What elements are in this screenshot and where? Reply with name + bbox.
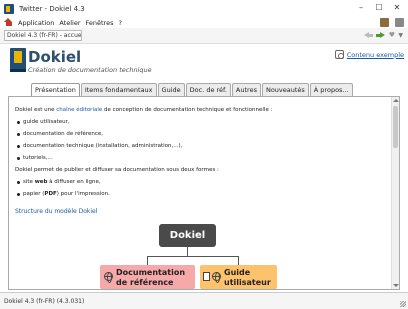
app-icon: [4, 3, 14, 14]
list-item: documentation technique (installation, a…: [16, 143, 183, 149]
status-bar: Dokiel 4.3 (fr-FR) (4.3.031): [0, 292, 408, 309]
tab-a-propos[interactable]: À propos...: [309, 83, 353, 96]
status-text: Dokiel 4.3 (fr-FR) (4.3.031): [4, 298, 85, 305]
globe-icon: [104, 272, 113, 283]
web-prefix: site: [23, 179, 35, 185]
diagram-connector: [238, 256, 239, 265]
intro-paragraph: Dokiel est une chaîne éditoriale de conc…: [15, 107, 272, 113]
list-item: guide utilisateur,: [17, 119, 70, 125]
address-field[interactable]: Dokiel 4.3 (fr-FR) - accueil: [4, 30, 82, 41]
tool-icon[interactable]: [380, 18, 389, 27]
list-item: documentation de référence,: [16, 131, 104, 137]
menu-bar: Application Atelier Fenêtres ?: [0, 17, 408, 28]
list-item: tutoriels,...: [17, 155, 53, 161]
pdf-prefix: papier (: [23, 191, 45, 197]
menu-right-tools: [380, 18, 404, 27]
pdf-suffix: ) pour l'impression.: [56, 191, 110, 197]
scroll-up-icon[interactable]: [393, 99, 399, 102]
diagram-node-guide[interactable]: Guide utilisateur: [200, 265, 277, 289]
publish-paragraph: Dokiel permet de publier et diffuser sa …: [15, 167, 219, 173]
nav-buttons: ♥ ▼: [364, 31, 403, 40]
list-item-pdf: papier (PDF) pour l'impression.: [17, 191, 110, 197]
intro-suffix: de conception de documentation technique…: [102, 107, 273, 113]
scroll-down-icon[interactable]: [393, 284, 399, 287]
scroll-thumb[interactable]: [393, 106, 398, 148]
content-panel: Dokiel est une chaîne éditoriale de conc…: [8, 96, 400, 290]
diagram-connector: [187, 247, 188, 256]
example-icon: [334, 50, 344, 59]
window-controls: – ☐ ✕: [354, 2, 404, 14]
tab-autres[interactable]: Autres: [231, 83, 261, 96]
resize-grip-icon[interactable]: [400, 301, 406, 307]
structure-link[interactable]: Structure du modèle Dokiel: [15, 208, 97, 215]
example-link-label[interactable]: Contenu exemple: [347, 51, 404, 59]
doc-node-line1: Documentation: [116, 268, 186, 277]
close-button[interactable]: ✕: [390, 2, 404, 14]
menu-atelier[interactable]: Atelier: [59, 19, 80, 27]
page-header: Dokiel Création de documentation techniq…: [0, 44, 408, 84]
tab-doc-ref[interactable]: Doc. de réf.: [185, 83, 231, 96]
guide-node-line2: utilisateur: [224, 278, 271, 287]
brand-subtitle: Création de documentation technique: [28, 66, 152, 74]
intro-prefix: Dokiel est une: [15, 107, 57, 113]
title-bar: Twitter - Dokiel 4.3 – ☐ ✕: [0, 0, 408, 17]
minimize-button[interactable]: –: [354, 2, 368, 14]
tab-bar: Présentation Items fondamentaux Guide Do…: [31, 83, 353, 97]
back-arrow-icon[interactable]: [364, 31, 374, 40]
example-content-link[interactable]: Contenu exemple: [334, 50, 404, 59]
apps-icon[interactable]: [395, 18, 404, 27]
tab-presentation[interactable]: Présentation: [31, 83, 80, 97]
diagram-connector: [147, 256, 148, 265]
maximize-button[interactable]: ☐: [372, 2, 386, 14]
guide-node-line1: Guide: [224, 268, 251, 277]
diagram-node-documentation[interactable]: Documentation de référence: [100, 265, 195, 289]
toolbar: Dokiel 4.3 (fr-FR) - accueil ♥ ▼: [0, 28, 408, 44]
diagram-connector: [147, 256, 239, 257]
chevron-down-icon[interactable]: ▼: [398, 32, 403, 39]
favorite-icon[interactable]: ♥: [388, 32, 395, 39]
tab-guide[interactable]: Guide: [157, 83, 185, 96]
vertical-scrollbar[interactable]: [391, 97, 399, 289]
menu-application[interactable]: Application: [18, 19, 54, 27]
globe-icon: [212, 272, 221, 283]
menu-fenetres[interactable]: Fenêtres: [86, 19, 114, 27]
home-icon[interactable]: [4, 18, 13, 27]
document-icon: [203, 272, 210, 281]
forward-arrow-icon[interactable]: [376, 31, 386, 40]
web-bold: web: [34, 179, 48, 185]
web-suffix: à diffuser en ligne,: [47, 179, 101, 185]
tab-items-fondamentaux[interactable]: Items fondamentaux: [80, 83, 157, 96]
chaine-editoriale-link[interactable]: chaîne éditoriale: [56, 107, 102, 113]
brand-title: Dokiel: [28, 48, 82, 66]
doc-node-line2: de référence: [116, 278, 174, 287]
menu-help[interactable]: ?: [118, 19, 121, 27]
window-title: Twitter - Dokiel 4.3: [19, 4, 85, 13]
diagram-root-node[interactable]: Dokiel: [159, 224, 216, 247]
tab-nouveautes[interactable]: Nouveautés: [261, 83, 309, 96]
list-item-web: site web à diffuser en ligne,: [17, 179, 101, 185]
dokiel-logo-icon: [10, 48, 26, 72]
pdf-bold: PDF: [44, 191, 57, 197]
